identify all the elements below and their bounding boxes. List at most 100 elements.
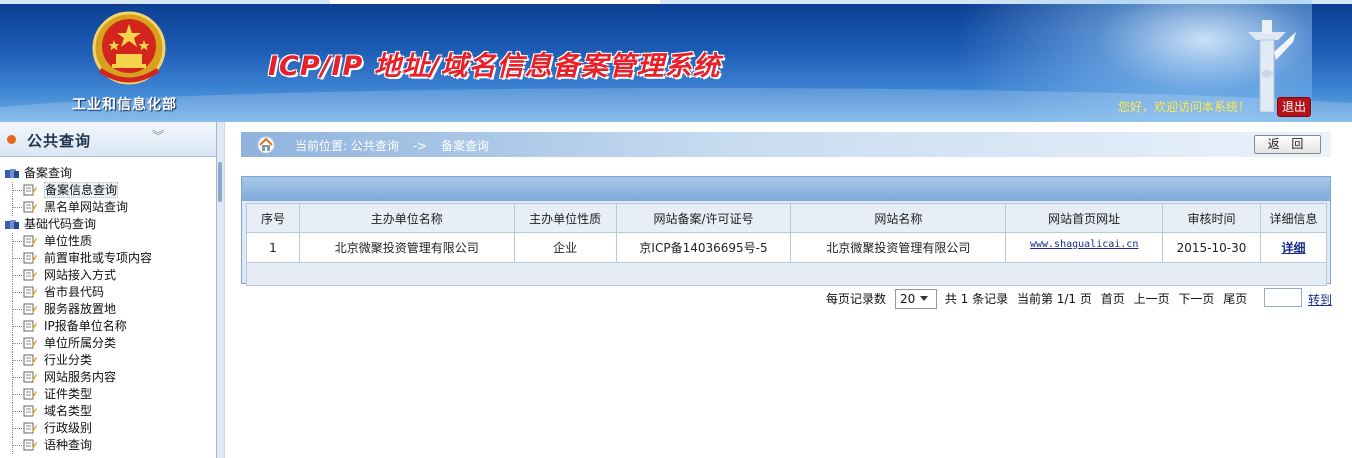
breadcrumb-level1: 公共查询 [350, 139, 399, 153]
per-page-label: 每页记录数 [826, 291, 887, 306]
sidebar-item-label: 黑名单网站查询 [44, 200, 129, 214]
site-url-link[interactable]: www.shagualicai.cn [1030, 239, 1138, 250]
document-pencil-icon [23, 354, 37, 366]
sidebar-tree: 备案查询 备案信息查询 黑名单网站查询 基础代码查询 单位性质 前置审批或专项内… [0, 165, 216, 454]
document-pencil-icon [23, 422, 37, 434]
sidebar-item-label: 网站接入方式 [44, 268, 117, 282]
welcome-message: 您好，欢迎访问本系统！ [1118, 100, 1251, 114]
cell-index: 1 [246, 232, 300, 263]
tree-category-label: 备案查询 [24, 166, 73, 180]
cell-detail: 详细 [1259, 232, 1328, 263]
sidebar-item-label: 单位所属分类 [44, 336, 117, 350]
cell-url: www.shagualicai.cn [1005, 232, 1164, 263]
sidebar-item-unit-nature[interactable]: 单位性质 [0, 233, 216, 250]
cell-org-name: 北京微聚投资管理有限公司 [298, 232, 515, 263]
sidebar: 公共查询 ︾ 备案查询 备案信息查询 黑名单网站查询 基础代码查询 单位性质 前… [0, 122, 217, 458]
cell-site-name: 北京微聚投资管理有限公司 [790, 232, 1007, 263]
prev-page-link[interactable]: 上一页 [1134, 292, 1170, 306]
tree-category-base-code-query[interactable]: 基础代码查询 [0, 216, 216, 233]
pagination: 每页记录数 20 共 1 条记录 当前第 1/1 页 首页 上一页 下一页 尾页 [826, 289, 1252, 309]
sidebar-item-ip-report-unit[interactable]: IP报备单位名称 [0, 318, 216, 335]
tree-category-label: 基础代码查询 [24, 217, 97, 231]
sidebar-item-access-method[interactable]: 网站接入方式 [0, 267, 216, 284]
cell-audit-time: 2015-10-30 [1162, 232, 1261, 263]
total-records: 共 1 条记录 [944, 291, 1009, 306]
breadcrumb-prefix: 当前位置: [295, 139, 348, 153]
sidebar-item-unit-category[interactable]: 单位所属分类 [0, 335, 216, 352]
first-page-link[interactable]: 首页 [1101, 292, 1125, 306]
last-page-link[interactable]: 尾页 [1223, 292, 1247, 306]
tree-category-record-query[interactable]: 备案查询 [0, 165, 216, 182]
column-header: 主办单位性质 [513, 203, 617, 233]
ministry-name: 工业和信息化部 [72, 97, 177, 113]
sidebar-item-label: IP报备单位名称 [44, 319, 127, 333]
sidebar-header: 公共查询 ︾ [0, 122, 216, 157]
sidebar-title: 公共查询 [27, 132, 92, 150]
column-header: 主办单位名称 [298, 203, 515, 233]
goto-page-link[interactable]: 转到 [1308, 291, 1332, 308]
back-button[interactable]: 返 回 [1254, 135, 1321, 154]
column-header: 详细信息 [1259, 203, 1328, 233]
sidebar-item-language[interactable]: 语种查询 [0, 437, 216, 454]
cell-license: 京ICP备14036695号-5 [615, 232, 792, 263]
sidebar-item-label: 网站服务内容 [44, 370, 117, 384]
sidebar-item-industry[interactable]: 行业分类 [0, 352, 216, 369]
sidebar-item-blacklist-query[interactable]: 黑名单网站查询 [0, 199, 216, 216]
folder-books-icon [5, 169, 19, 178]
home-icon[interactable] [257, 136, 275, 153]
sidebar-splitter[interactable] [217, 122, 225, 458]
sidebar-item-label: 省市县代码 [44, 285, 105, 299]
per-page-select[interactable]: 20 [895, 289, 938, 309]
sidebar-item-record-info-query[interactable]: 备案信息查询 [0, 182, 216, 199]
national-emblem-icon [92, 11, 166, 85]
sidebar-item-label: 前置审批或专项内容 [44, 251, 153, 265]
sidebar-item-server-location[interactable]: 服务器放置地 [0, 301, 216, 318]
column-header: 序号 [246, 203, 300, 233]
per-page-value: 20 [900, 292, 916, 306]
detail-link[interactable]: 详细 [1281, 241, 1305, 255]
sidebar-item-label: 域名类型 [44, 404, 93, 418]
sidebar-item-pre-approval[interactable]: 前置审批或专项内容 [0, 250, 216, 267]
column-header: 审核时间 [1162, 203, 1261, 233]
table-header-row: 序号 主办单位名称 主办单位性质 网站备案/许可证号 网站名称 网站首页网址 审… [246, 203, 1328, 233]
sidebar-item-certificate-type[interactable]: 证件类型 [0, 386, 216, 403]
sidebar-item-label: 单位性质 [44, 234, 93, 248]
document-pencil-icon [23, 286, 37, 298]
orange-dot-icon [7, 135, 16, 144]
document-pencil-icon [23, 388, 37, 400]
sidebar-item-label: 行业分类 [44, 353, 93, 367]
system-title: ICP/IP 地址/域名信息备案管理系统 [268, 51, 721, 82]
document-pencil-icon [23, 337, 37, 349]
sidebar-item-domain-type[interactable]: 域名类型 [0, 403, 216, 420]
document-pencil-icon [23, 184, 37, 196]
logout-button[interactable]: 退出 [1277, 97, 1311, 117]
current-page: 当前第 1/1 页 [1016, 291, 1092, 306]
dropdown-arrow-icon [920, 296, 929, 301]
sidebar-item-label: 行政级别 [44, 421, 93, 435]
sidebar-item-region-code[interactable]: 省市县代码 [0, 284, 216, 301]
folder-books-icon [5, 220, 19, 229]
splitter-grip[interactable] [218, 162, 222, 202]
column-header: 网站名称 [790, 203, 1007, 233]
table-row: 1 北京微聚投资管理有限公司 企业 京ICP备14036695号-5 北京微聚投… [246, 232, 1328, 263]
document-pencil-icon [23, 235, 37, 247]
breadcrumb-level2: 备案查询 [440, 139, 489, 153]
document-pencil-icon [23, 201, 37, 213]
document-pencil-icon [23, 405, 37, 417]
next-page-link[interactable]: 下一页 [1178, 292, 1214, 306]
sidebar-item-label: 服务器放置地 [44, 302, 117, 316]
results-table: 序号 主办单位名称 主办单位性质 网站备案/许可证号 网站名称 网站首页网址 审… [246, 203, 1328, 286]
collapse-chevron-icon[interactable]: ︾ [152, 130, 166, 146]
sidebar-item-admin-level[interactable]: 行政级别 [0, 420, 216, 437]
header-top-line-accent [330, 0, 660, 4]
page-number-input[interactable] [1264, 288, 1302, 307]
breadcrumb: 当前位置: 公共查询 -> 备案查询 返 回 [241, 132, 1331, 157]
document-pencil-icon [23, 303, 37, 315]
header-banner: 工业和信息化部 ICP/IP 地址/域名信息备案管理系统 您好，欢迎访问本系统！… [0, 0, 1352, 122]
sidebar-item-label: 语种查询 [44, 438, 93, 452]
document-pencil-icon [23, 269, 37, 281]
sidebar-item-service-content[interactable]: 网站服务内容 [0, 369, 216, 386]
column-header: 网站首页网址 [1005, 203, 1164, 233]
table-footer-row [246, 262, 1327, 286]
results-panel-header [242, 177, 1330, 201]
